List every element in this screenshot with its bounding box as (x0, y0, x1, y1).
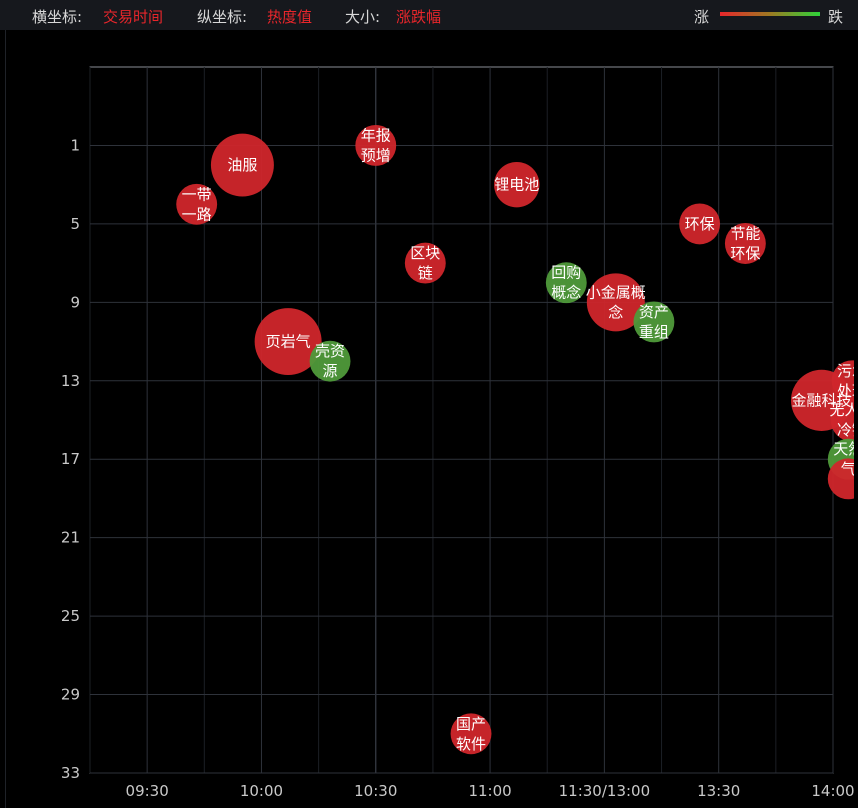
bubble-chart: 09:30 10:00 10:30 11:00 11:30/13:00 13:30 14:0… (61, 66, 854, 800)
x-tick-label: 11:00 (468, 782, 511, 800)
y-axis-key: 纵坐标: (197, 8, 248, 26)
x-tick-label: 14:00 (811, 782, 854, 800)
y-tick-label: 13 (61, 372, 80, 390)
x-tick-label: 10:30 (354, 782, 397, 800)
y-axis-value[interactable]: 热度值 (267, 6, 312, 27)
x-axis-value[interactable]: 交易时间 (103, 6, 163, 27)
y-tick-label: 9 (70, 293, 80, 311)
y-tick-label: 1 (70, 136, 80, 154)
x-axis-key: 横坐标: (32, 8, 83, 26)
y-tick-label: 17 (61, 450, 80, 468)
x-tick-label: 13:30 (697, 782, 740, 800)
bubble-label: 油服 (227, 156, 257, 174)
y-tick-label: 29 (61, 686, 80, 704)
size-value[interactable]: 涨跌幅 (396, 6, 441, 27)
x-tick-label: 09:30 (126, 782, 169, 800)
legend-up-label: 涨 (694, 8, 710, 26)
x-tick-label: 11:30/13:00 (559, 782, 651, 800)
color-legend-gradient (720, 12, 820, 16)
bubble-label: 锂电池 (494, 176, 539, 194)
chart-panel: 09:30 10:00 10:30 11:00 11:30/13:00 13:30 14:0… (5, 30, 854, 808)
plot-frame (89, 66, 834, 774)
y-tick-label: 33 (61, 764, 80, 782)
legend-down-label: 跌 (828, 8, 844, 26)
size-key: 大小: (345, 8, 381, 26)
bubble-label: 环保 (685, 215, 715, 233)
y-tick-label: 25 (61, 607, 80, 625)
chart-header-bar: 横坐标: 交易时间 纵坐标: 热度值 大小: 涨跌幅 涨 跌 (0, 0, 858, 30)
y-tick-label: 5 (70, 215, 80, 233)
y-tick-label: 21 (61, 529, 80, 547)
x-tick-label: 10:00 (240, 782, 283, 800)
bubble-label: 页岩气 (266, 333, 311, 351)
